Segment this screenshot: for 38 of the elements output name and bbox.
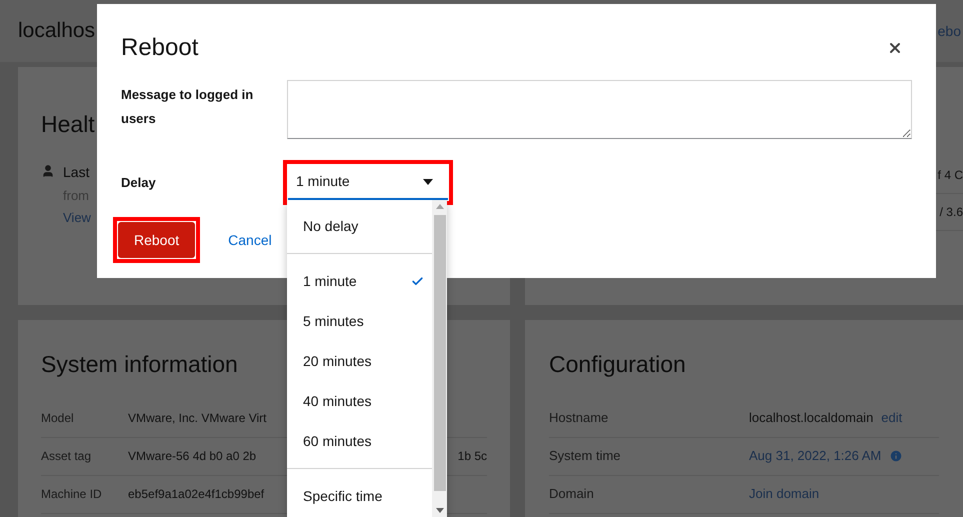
- user-icon: [41, 164, 55, 178]
- usage-text: f 4 C: [938, 167, 963, 184]
- card-title: System information: [41, 350, 238, 379]
- scroll-down-arrow-icon[interactable]: [436, 508, 444, 513]
- menu-option[interactable]: 40 minutes: [287, 381, 432, 421]
- dialog-title: Reboot: [121, 33, 198, 63]
- info-icon[interactable]: [889, 449, 904, 463]
- menu-option[interactable]: No delay: [287, 206, 432, 246]
- host-title: localhos: [18, 18, 96, 44]
- row-label: Machine ID: [41, 486, 103, 503]
- card-title: Configuration: [549, 350, 686, 379]
- cancel-button[interactable]: Cancel: [226, 222, 274, 258]
- row-value: localhost.localdomain: [749, 409, 874, 428]
- scrollbar[interactable]: [432, 200, 447, 517]
- menu-option[interactable]: Specific time: [287, 476, 432, 516]
- row-label: Model: [41, 410, 75, 427]
- row-label: Hostname: [549, 409, 610, 428]
- row-value: VMware, Inc. VMware Virt: [128, 410, 266, 427]
- message-field[interactable]: [287, 80, 912, 139]
- row-label: Asset tag: [41, 448, 92, 465]
- row-label: Domain: [549, 485, 595, 504]
- close-button[interactable]: [887, 40, 903, 56]
- scroll-up-arrow-icon[interactable]: [436, 204, 444, 209]
- menu-option[interactable]: 5 minutes: [287, 301, 432, 341]
- menu-option[interactable]: 60 minutes: [287, 421, 432, 461]
- row-value: 1b 5c: [458, 448, 487, 465]
- row-value: eb5ef9a1a02e4f1cb99bef: [128, 486, 264, 503]
- row-value: VMware-56 4d b0 a0 2b: [128, 448, 256, 465]
- login-text: Last: [63, 162, 90, 182]
- card-title: Healt: [41, 110, 95, 139]
- caret-icon: [423, 178, 433, 184]
- field-label: Message to logged in users: [121, 86, 254, 128]
- field-label: Delay: [121, 174, 157, 192]
- menu-option[interactable]: 20 minutes: [287, 341, 432, 381]
- reboot-button[interactable]: Reboot: [118, 222, 196, 258]
- check-icon: [411, 274, 424, 288]
- usage-text: / 3.6: [940, 204, 963, 221]
- row-label: System time: [549, 447, 622, 466]
